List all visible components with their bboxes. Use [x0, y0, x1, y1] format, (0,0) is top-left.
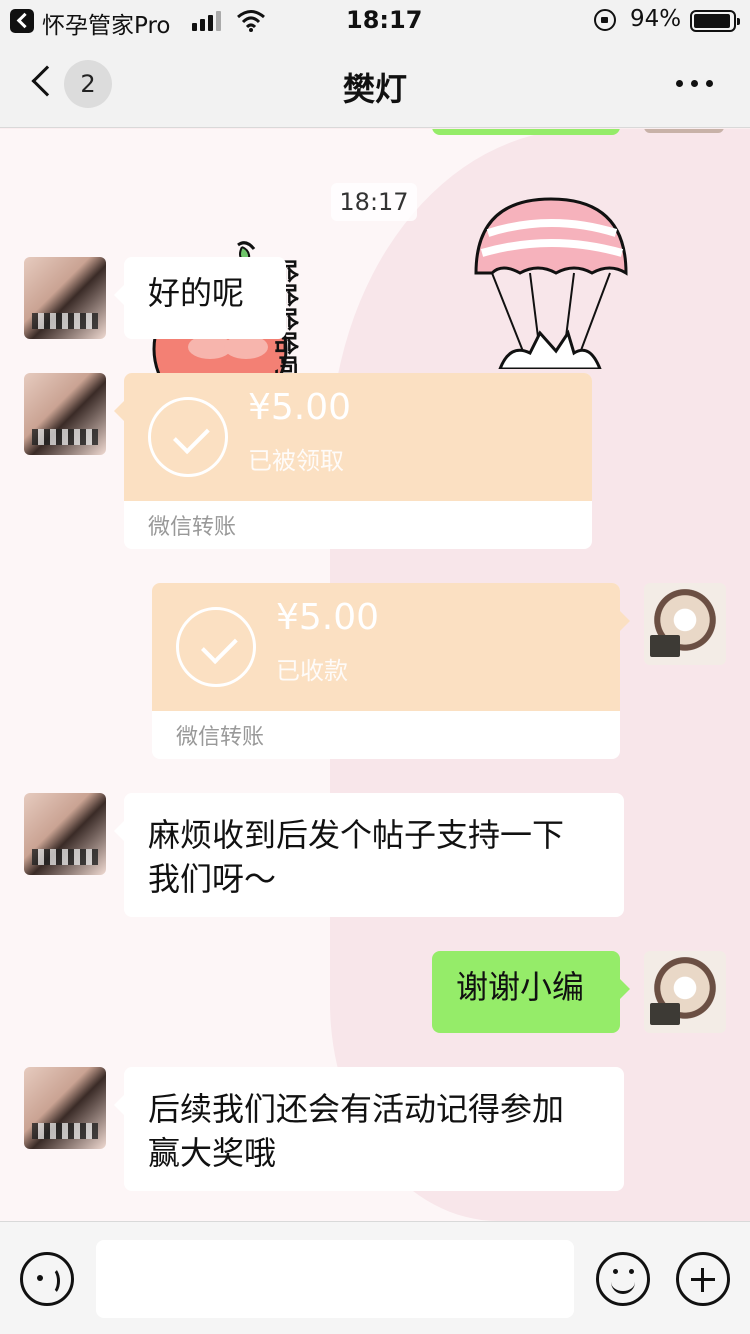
message-text: 好的呢	[148, 274, 245, 312]
transfer-card[interactable]: ¥5.00 已收款 微信转账	[152, 583, 630, 759]
previous-message-bubble	[432, 129, 620, 135]
chat-messages[interactable]: 18:17 哈哈哈哈呵 好的呢 ¥5.00 已被领取 微信转账 ¥5.00 已收…	[0, 129, 750, 1221]
status-time: 18:17	[346, 6, 423, 34]
message-text-line: 赢大奖哦	[148, 1134, 277, 1172]
source-app-name[interactable]: 怀孕管家Pro	[42, 6, 171, 40]
transfer-card[interactable]: ¥5.00 已被领取 微信转账	[114, 373, 592, 549]
signal-icon	[192, 11, 224, 31]
battery-percent: 94%	[630, 6, 682, 32]
message-bubble[interactable]: 后续我们还会有活动记得参加 赢大奖哦	[114, 1067, 624, 1191]
bubble-tail	[620, 611, 630, 631]
parachute-sticker[interactable]	[470, 193, 632, 369]
rotation-lock-icon	[594, 9, 616, 31]
contact-avatar[interactable]	[24, 257, 106, 339]
transfer-amount: ¥5.00	[248, 387, 352, 428]
transfer-amount: ¥5.00	[276, 597, 380, 638]
message-text-line: 后续我们还会有活动记得参加	[148, 1090, 565, 1128]
message-text: 谢谢小编	[456, 968, 585, 1006]
transfer-status: 已被领取	[248, 447, 344, 475]
message-bubble[interactable]: 麻烦收到后发个帖子支持一下 我们呀～	[114, 793, 624, 917]
status-bar: 怀孕管家Pro 18:17 94%	[0, 0, 750, 42]
transfer-footer: 微信转账	[176, 725, 265, 750]
transfer-footer: 微信转账	[148, 515, 237, 540]
message-bubble[interactable]: 好的呢	[114, 257, 286, 339]
message-timestamp: 18:17	[331, 183, 417, 221]
chat-input-bar	[0, 1221, 750, 1334]
check-icon	[176, 607, 256, 687]
voice-icon[interactable]	[20, 1252, 74, 1306]
my-avatar[interactable]	[644, 583, 726, 665]
message-input[interactable]	[96, 1240, 574, 1318]
previous-avatar	[644, 129, 724, 133]
more-options-icon[interactable]	[676, 80, 714, 88]
my-message-bubble[interactable]: 谢谢小编	[432, 951, 630, 1033]
message-text-line: 麻烦收到后发个帖子支持一下	[148, 816, 565, 854]
chat-header: 2 樊灯	[0, 42, 750, 128]
back-to-app-icon[interactable]	[10, 9, 34, 33]
plus-icon[interactable]	[676, 1252, 730, 1306]
contact-avatar[interactable]	[24, 1067, 106, 1149]
chat-title: 樊灯	[342, 70, 407, 108]
emoji-icon[interactable]	[596, 1252, 650, 1306]
my-avatar[interactable]	[644, 951, 726, 1033]
battery-icon	[690, 10, 740, 32]
check-icon	[148, 397, 228, 477]
transfer-status: 已收款	[276, 657, 348, 685]
contact-avatar[interactable]	[24, 793, 106, 875]
contact-avatar[interactable]	[24, 373, 106, 455]
message-text-line: 我们呀～	[148, 860, 277, 898]
wifi-icon	[237, 10, 265, 32]
